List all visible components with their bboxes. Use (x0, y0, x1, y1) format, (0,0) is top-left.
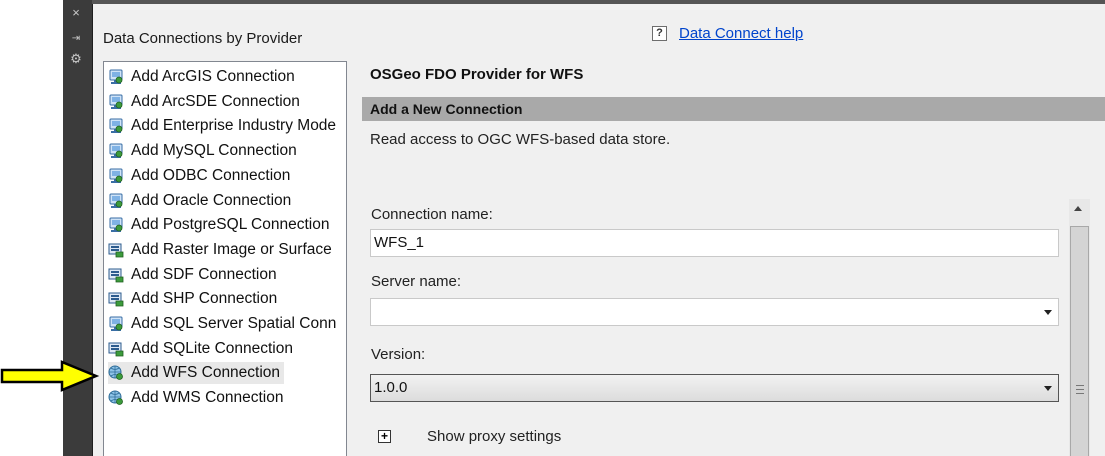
list-item[interactable]: Add Enterprise Industry Mode (108, 115, 336, 137)
pointer-arrow-icon (0, 360, 100, 392)
version-label: Version: (371, 346, 426, 363)
scroll-grip-icon (1076, 389, 1084, 390)
list-item-label: Add WMS Connection (131, 389, 284, 407)
provider-list-title: Data Connections by Provider (103, 30, 303, 47)
file-connection-icon (108, 242, 124, 258)
list-item-label: Add MySQL Connection (131, 142, 297, 160)
provider-list[interactable]: Add ArcGIS Connection Add ArcSDE Connecti… (103, 61, 347, 456)
section-header-label: Add a New Connection (370, 101, 523, 117)
list-item[interactable]: Add Raster Image or Surface (108, 239, 332, 261)
server-name-combo[interactable] (370, 298, 1059, 326)
help-area: ? Data Connect help (652, 25, 803, 42)
list-item-label: Add Oracle Connection (131, 191, 292, 209)
server-name-label: Server name: (371, 273, 462, 290)
list-item-label: Add Raster Image or Surface (131, 240, 332, 258)
list-item[interactable]: Add SHP Connection (108, 288, 277, 310)
data-connect-help-link[interactable]: Data Connect help (679, 25, 803, 42)
list-item[interactable]: Add ODBC Connection (108, 165, 290, 187)
list-item-label: Add PostgreSQL Connection (131, 216, 330, 234)
provider-title: OSGeo FDO Provider for WFS (370, 66, 584, 83)
web-connection-icon (108, 365, 124, 381)
list-item[interactable]: Add ArcGIS Connection (108, 66, 295, 88)
chevron-down-icon[interactable] (1044, 386, 1052, 391)
file-connection-icon (108, 341, 124, 357)
web-connection-icon (108, 390, 124, 406)
expand-icon[interactable]: + (378, 430, 391, 443)
list-item-label: Add SDF Connection (131, 265, 277, 283)
chevron-down-icon[interactable] (1044, 310, 1052, 315)
db-connection-icon (108, 94, 124, 110)
scrollbar-thumb[interactable] (1070, 226, 1089, 456)
connection-name-label: Connection name: (371, 206, 493, 223)
file-connection-icon (108, 267, 124, 283)
list-item[interactable]: Add MySQL Connection (108, 140, 297, 162)
list-item-label: Add WFS Connection (131, 364, 281, 382)
list-item[interactable]: Add Oracle Connection (108, 190, 291, 212)
list-item[interactable]: Add SQL Server Spatial Conn (108, 313, 336, 335)
section-header: Add a New Connection (362, 97, 1105, 121)
version-value: 1.0.0 (374, 379, 408, 396)
list-item[interactable]: Add WMS Connection (108, 387, 284, 409)
db-connection-icon (108, 118, 124, 134)
file-connection-icon (108, 291, 124, 307)
connection-name-input[interactable]: WFS_1 (370, 229, 1059, 257)
list-item-label: Add SQL Server Spatial Conn (131, 315, 337, 332)
db-connection-icon (108, 217, 124, 233)
auto-hide-icon[interactable]: ⇥ (66, 32, 86, 46)
version-select[interactable]: 1.0.0 (370, 374, 1059, 402)
list-item-label: Add ArcGIS Connection (131, 68, 295, 85)
list-item[interactable]: Add SQLite Connection (108, 338, 293, 360)
list-item[interactable]: Add WFS Connection (108, 362, 285, 385)
close-icon[interactable]: × (66, 6, 86, 20)
list-item-label: Add ArcSDE Connection (131, 92, 300, 110)
list-item-label: Add SHP Connection (131, 290, 278, 308)
db-connection-icon (108, 316, 124, 332)
db-connection-icon (108, 193, 124, 209)
db-connection-icon (108, 69, 124, 85)
show-proxy-settings-toggle[interactable]: Show proxy settings (427, 428, 561, 445)
list-item-label: Add SQLite Connection (131, 339, 293, 357)
help-icon[interactable]: ? (652, 26, 667, 41)
scroll-up-icon[interactable] (1074, 206, 1082, 211)
list-item-label: Add Enterprise Industry Mode (131, 117, 337, 135)
scroll-grip-icon (1076, 385, 1084, 386)
settings-icon[interactable]: ⚙ (66, 52, 86, 66)
list-item[interactable]: Add SDF Connection (108, 264, 277, 286)
list-item[interactable]: Add ArcSDE Connection (108, 91, 300, 113)
list-item[interactable]: Add PostgreSQL Connection (108, 214, 329, 236)
list-item-label: Add ODBC Connection (131, 166, 291, 184)
scroll-grip-icon (1076, 393, 1084, 394)
db-connection-icon (108, 168, 124, 184)
db-connection-icon (108, 143, 124, 159)
provider-description: Read access to OGC WFS-based data store. (370, 131, 671, 148)
